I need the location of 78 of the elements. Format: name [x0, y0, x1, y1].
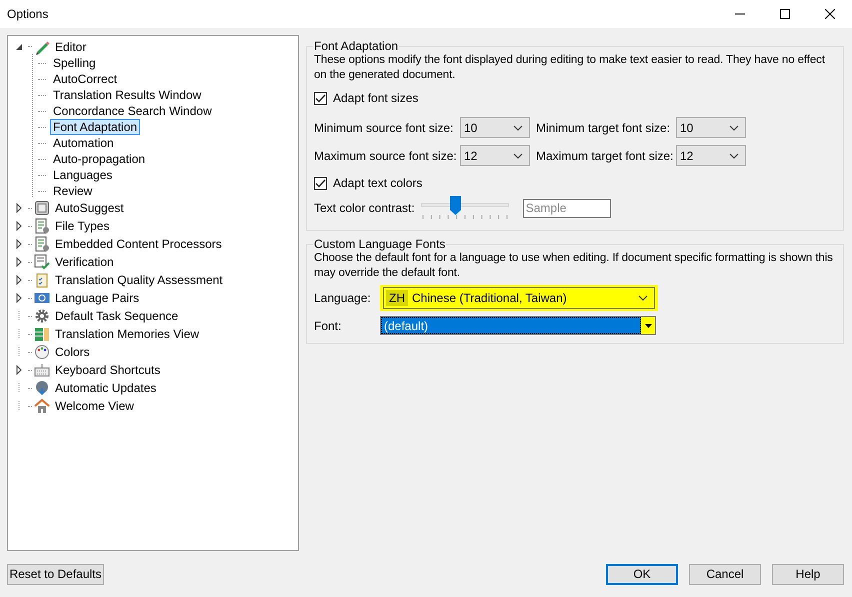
tree-item[interactable]: Translation Quality Assessment	[52, 272, 226, 288]
font-size-dropdown[interactable]: 12	[676, 145, 746, 166]
tree-item[interactable]: Automation	[50, 135, 117, 151]
font-size-dropdown[interactable]: 12	[460, 145, 530, 166]
tree-item[interactable]: Concordance Search Window	[50, 103, 215, 119]
field-label: Maximum source font size:	[314, 148, 458, 162]
tree-item[interactable]: Translation Memories View	[52, 326, 202, 342]
caret-icon	[729, 152, 739, 158]
gear-icon	[34, 308, 50, 324]
slider-thumb[interactable]	[450, 196, 462, 215]
font-dropdown[interactable]: (default)	[380, 316, 656, 335]
field-label: Minimum source font size:	[314, 120, 454, 134]
tree-item[interactable]: Automatic Updates	[52, 380, 160, 396]
field-label: Text color contrast:	[314, 201, 415, 215]
tree-line	[28, 46, 32, 47]
pencil-icon	[34, 38, 50, 54]
tree-item[interactable]: Default Task Sequence	[52, 308, 182, 324]
field-label: Maximum target font size:	[536, 148, 674, 162]
language-dropdown[interactable]: ZH Chinese (Traditional, Taiwan)	[380, 285, 658, 311]
document-gear-icon	[34, 236, 50, 252]
expand-arrow-icon[interactable]	[14, 203, 24, 213]
database-icon	[34, 326, 50, 342]
expand-arrow-icon[interactable]	[14, 275, 24, 285]
home-icon	[34, 398, 50, 414]
field-label: Minimum target font size:	[536, 120, 672, 134]
window-title: Options	[7, 7, 50, 21]
checkbox[interactable]	[314, 176, 327, 190]
expand-arrow-icon[interactable]	[14, 221, 24, 231]
caret-icon	[729, 124, 739, 130]
tree-item[interactable]: Review	[50, 183, 96, 199]
tree-item[interactable]: Keyboard Shortcuts	[52, 362, 164, 378]
close-icon[interactable]	[824, 9, 834, 19]
document-gear-icon	[34, 218, 50, 234]
palette-icon	[34, 344, 50, 360]
caret-icon	[644, 324, 652, 328]
field-label: Font:	[314, 318, 342, 332]
font-size-dropdown[interactable]: 10	[676, 117, 746, 138]
tree-item[interactable]: Spelling	[50, 55, 99, 71]
expand-arrow-icon[interactable]	[14, 365, 24, 375]
dropdown-button[interactable]	[641, 317, 655, 334]
caret-icon	[513, 152, 523, 158]
ok-button[interactable]: OK	[606, 564, 678, 584]
tree-item[interactable]: Editor	[52, 38, 90, 54]
caret-icon	[513, 124, 523, 130]
font-size-dropdown[interactable]: 10	[460, 117, 530, 138]
checkbox-label: Adapt text colors	[333, 176, 422, 190]
group-title: Custom Language Fonts	[313, 237, 446, 251]
reset-button[interactable]: Reset to Defaults	[7, 564, 104, 584]
tree-item[interactable]: Languages	[50, 167, 116, 183]
tree-item[interactable]: Auto-propagation	[50, 151, 148, 167]
tree-item[interactable]: Font Adaptation	[50, 119, 140, 135]
contrast-slider[interactable]	[420, 196, 509, 220]
tree-item[interactable]: Language Pairs	[52, 290, 142, 306]
expand-arrow-icon[interactable]	[14, 257, 24, 267]
keyboard-icon	[34, 362, 50, 378]
tree-item[interactable]: Verification	[52, 254, 117, 270]
tree-item[interactable]: Embedded Content Processors	[52, 236, 225, 252]
description-text: These options modify the font displayed during editing to make text easier to read. They have no effect on the generated document.	[314, 53, 826, 83]
checkbox[interactable]	[314, 92, 327, 104]
expand-arrow-icon[interactable]	[14, 293, 24, 303]
caret-icon	[638, 295, 648, 301]
tree-item[interactable]: Welcome View	[52, 398, 137, 414]
maximize-icon[interactable]	[780, 9, 790, 19]
collapse-arrow-icon[interactable]	[14, 42, 24, 52]
field-label: Language:	[314, 291, 372, 305]
tree-item[interactable]: Colors	[52, 344, 93, 360]
tree-item[interactable]: File Types	[52, 218, 112, 234]
tree-item[interactable]: AutoCorrect	[50, 71, 120, 87]
help-button[interactable]: Help	[772, 564, 844, 584]
group-title: Font Adaptation	[313, 39, 400, 53]
cancel-button[interactable]: Cancel	[689, 564, 761, 584]
tree-item[interactable]: AutoSuggest	[52, 200, 127, 216]
expand-arrow-icon[interactable]	[14, 239, 24, 249]
tree-item[interactable]: Translation Results Window	[50, 87, 204, 103]
clipboard-icon	[34, 272, 50, 288]
document-check-icon	[34, 254, 50, 270]
description-text: Choose the default font for a language to use when editing. If document specific formatting is shown this may override the default font.	[314, 251, 834, 281]
checkbox-label: Adapt font sizes	[333, 91, 418, 105]
